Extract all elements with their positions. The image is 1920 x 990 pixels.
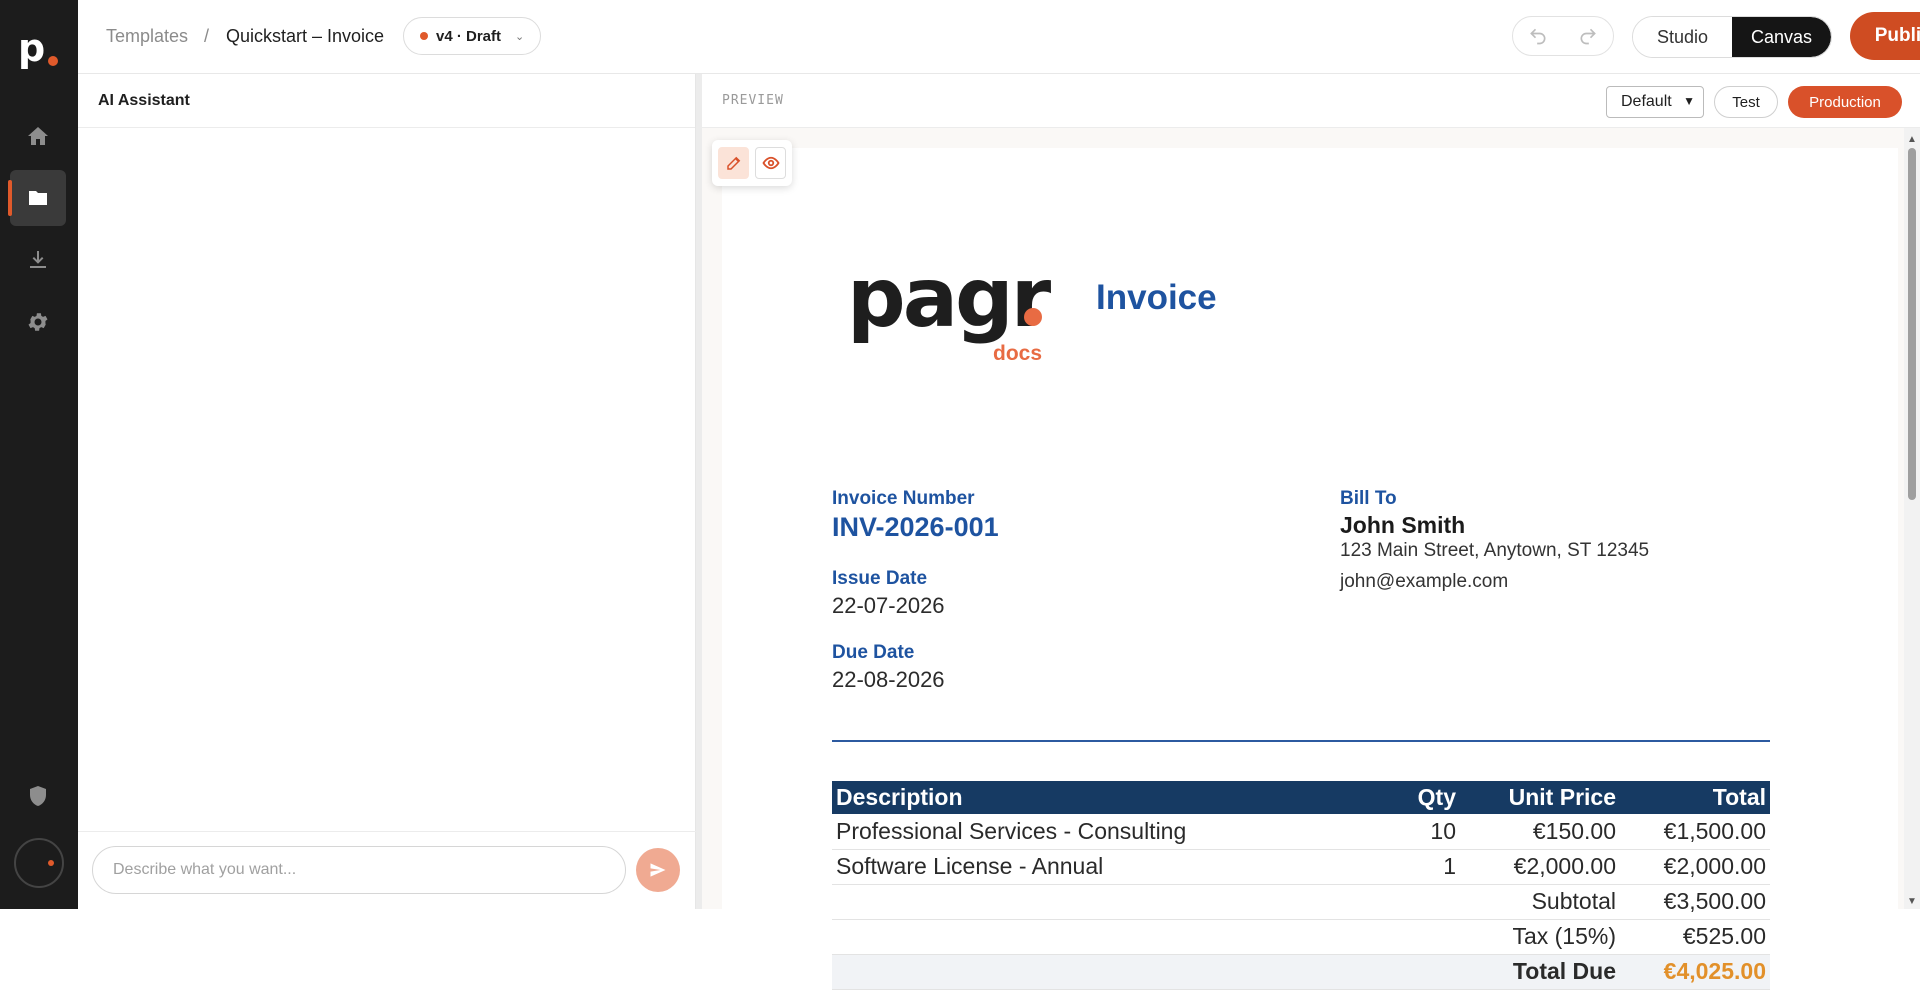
bill-to-label: Bill To	[1340, 488, 1397, 509]
tax-label: Tax (15%)	[1460, 919, 1620, 955]
mode-studio-button[interactable]: Studio	[1633, 17, 1732, 57]
logo-dot	[1024, 308, 1042, 326]
invoice-title: Invoice	[1096, 278, 1217, 317]
breadcrumb-current: Quickstart – Invoice	[226, 26, 385, 46]
scroll-up-arrow[interactable]: ▲	[1907, 134, 1917, 145]
logo-dot	[48, 56, 58, 66]
scroll-down-arrow[interactable]: ▼	[1907, 896, 1917, 907]
section-divider	[832, 740, 1770, 742]
line-items-table: Description Qty Unit Price Total Profess…	[832, 781, 1770, 990]
pencil-icon	[726, 156, 740, 170]
prompt-input[interactable]	[92, 846, 626, 894]
cell-unit-price: €150.00	[1460, 814, 1620, 850]
breadcrumb-templates[interactable]: Templates	[106, 26, 188, 47]
subtotal-row: Subtotal €3,500.00	[832, 884, 1770, 920]
gear-icon	[28, 313, 48, 331]
theme-select-value: Default	[1621, 93, 1672, 110]
home-icon	[28, 127, 48, 145]
cell-description: Software License - Annual	[832, 849, 1370, 885]
preview-header: PREVIEW Default ▼ Test Production	[702, 74, 1920, 128]
logo-letter: p	[18, 26, 46, 70]
download-icon	[30, 251, 46, 268]
preview-panel: PREVIEW Default ▼ Test Production pagr d…	[702, 74, 1920, 990]
cell-total: €2,000.00	[1620, 849, 1770, 885]
version-label: v4 · Draft	[436, 27, 502, 45]
send-icon	[650, 863, 666, 877]
cell-qty: 1	[1370, 849, 1460, 885]
bill-to-address: 123 Main Street, Anytown, ST 12345	[1340, 540, 1650, 561]
pagr-docs-logo: pagr docs	[847, 258, 1057, 368]
due-date-label: Due Date	[832, 642, 915, 663]
cell-description: Professional Services - Consulting	[832, 814, 1370, 850]
theme-select[interactable]: Default ▼	[1606, 86, 1704, 118]
table-row: Software License - Annual 1 €2,000.00 €2…	[832, 849, 1770, 885]
column-header: Description	[832, 781, 1370, 814]
folder-icon	[29, 191, 47, 205]
undo-button[interactable]	[1513, 17, 1563, 55]
view-mode-button[interactable]	[755, 147, 786, 179]
subtotal-label: Subtotal	[1460, 884, 1620, 920]
total-row: Total Due €4,025.00	[832, 954, 1770, 990]
column-header: Total	[1620, 781, 1770, 814]
invoice-document: pagr docs Invoice Invoice Number INV-202…	[722, 148, 1898, 990]
mode-toggle: Studio Canvas	[1632, 16, 1832, 58]
undo-icon	[1530, 28, 1546, 45]
invoice-number-label: Invoice Number	[832, 488, 975, 509]
scrollbar-thumb[interactable]	[1908, 148, 1916, 500]
app-logo[interactable]: p	[18, 26, 60, 74]
preview-toolbar	[712, 140, 792, 186]
chevron-down-icon: ⌄	[515, 30, 525, 43]
tax-row: Tax (15%) €525.00	[832, 919, 1770, 955]
redo-button[interactable]	[1563, 17, 1613, 55]
send-button[interactable]	[636, 848, 680, 892]
env-test-button[interactable]: Test	[1714, 86, 1778, 118]
table-row: Professional Services - Consulting 10 €1…	[832, 814, 1770, 850]
table-header-row: Description Qty Unit Price Total	[832, 781, 1770, 814]
cell-unit-price: €2,000.00	[1460, 849, 1620, 885]
breadcrumb-separator: /	[204, 26, 210, 46]
due-date: 22-08-2026	[832, 667, 945, 692]
column-header: Qty	[1370, 781, 1460, 814]
ai-assistant-panel: AI Assistant	[78, 74, 696, 909]
history-controls	[1512, 16, 1614, 56]
draft-status-dot	[420, 32, 428, 40]
nav-home[interactable]	[10, 108, 66, 164]
column-header: Unit Price	[1460, 781, 1620, 814]
bill-to-name: John Smith	[1340, 512, 1466, 538]
total-label: Total Due	[1460, 954, 1620, 990]
version-dropdown[interactable]: v4 · Draft ⌄	[403, 17, 542, 55]
cell-total: €1,500.00	[1620, 814, 1770, 850]
nav-security[interactable]	[10, 768, 66, 824]
shield-icon	[30, 786, 46, 806]
tax-value: €525.00	[1620, 919, 1770, 955]
ai-assistant-title: AI Assistant	[78, 74, 695, 128]
cell-qty: 10	[1370, 814, 1460, 850]
eye-icon	[761, 156, 780, 170]
nav-downloads[interactable]	[10, 232, 66, 288]
publish-button[interactable]: Publish	[1850, 12, 1920, 60]
env-production-button[interactable]: Production	[1788, 86, 1902, 118]
invoice-number: INV-2026-001	[832, 512, 999, 542]
bill-to-email: john@example.com	[1340, 571, 1509, 592]
issue-date: 22-07-2026	[832, 593, 945, 618]
redo-icon	[1580, 28, 1596, 45]
logo-wordmark: pagr	[847, 251, 1051, 346]
ai-composer	[78, 831, 696, 909]
mode-canvas-button[interactable]: Canvas	[1732, 17, 1831, 57]
nav-templates[interactable]	[8, 170, 66, 226]
subtotal-value: €3,500.00	[1620, 884, 1770, 920]
user-avatar[interactable]	[14, 838, 64, 888]
total-value: €4,025.00	[1620, 954, 1770, 990]
top-bar: Templates / Quickstart – Invoice v4 · Dr…	[78, 0, 1920, 74]
sidebar: p	[0, 0, 78, 909]
issue-date-label: Issue Date	[832, 568, 928, 589]
preview-label: PREVIEW	[722, 93, 784, 108]
chevron-down-icon: ▼	[1683, 94, 1695, 108]
logo-subtitle: docs	[993, 342, 1043, 365]
nav-settings[interactable]	[10, 294, 66, 350]
edit-mode-button[interactable]	[718, 147, 749, 179]
